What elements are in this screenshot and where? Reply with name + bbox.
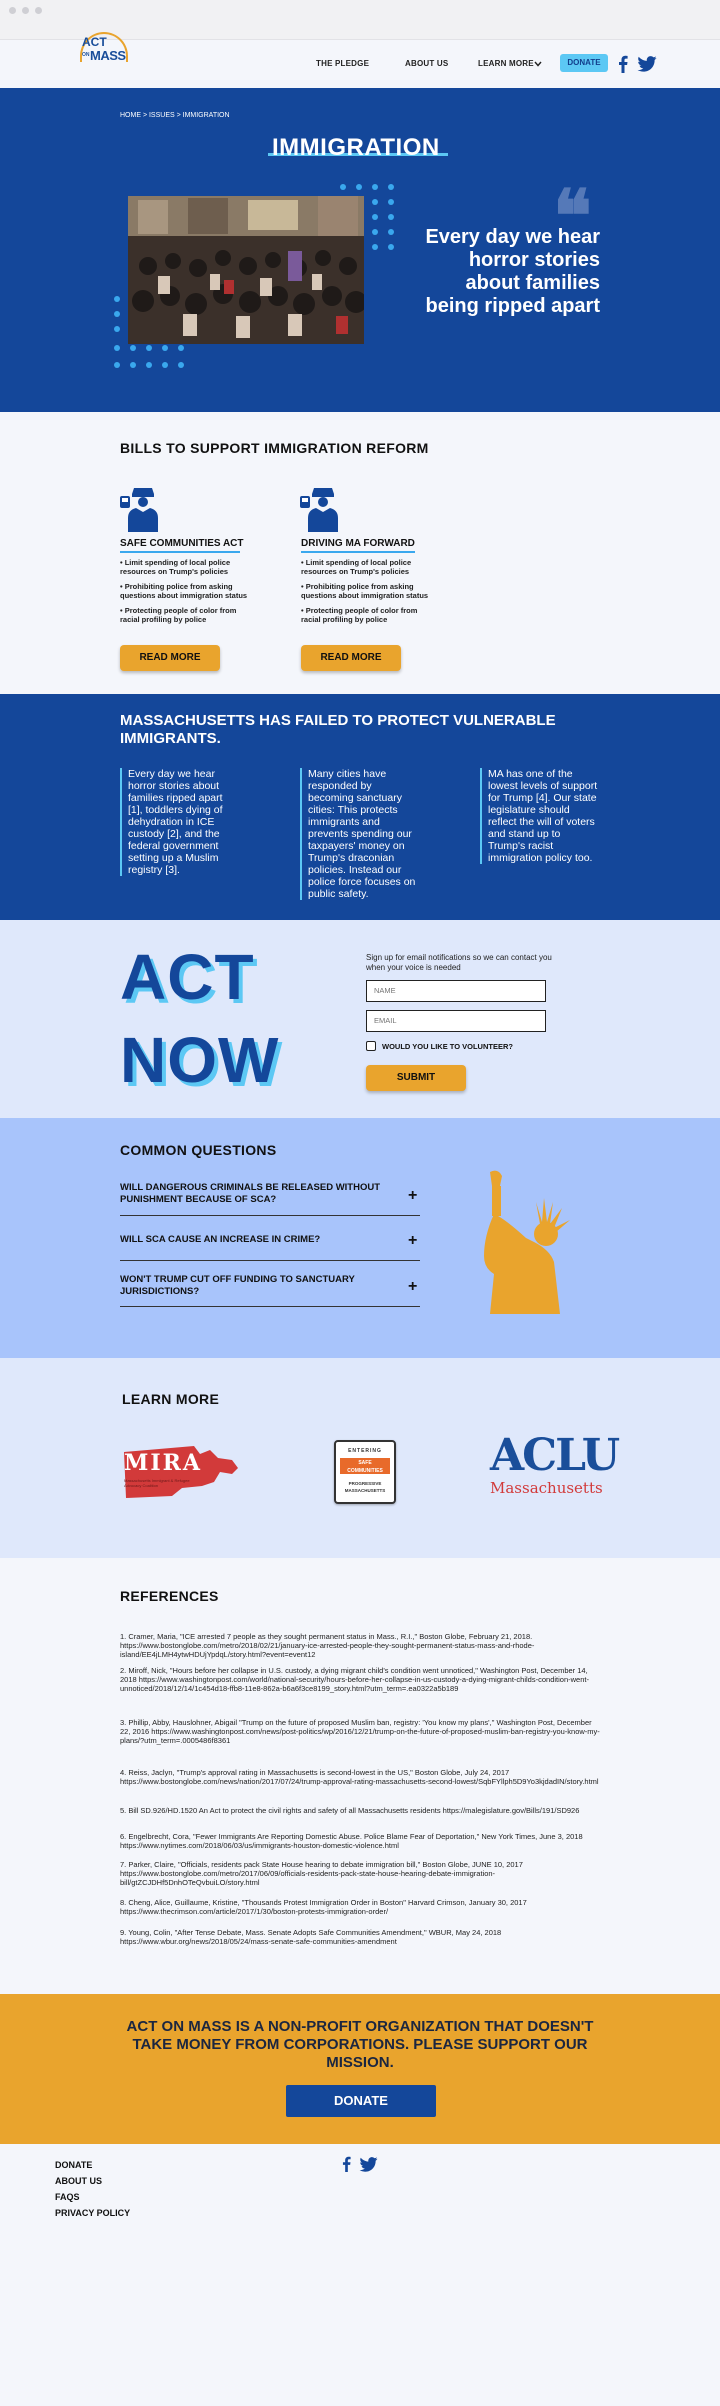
- volunteer-checkbox[interactable]: [366, 1041, 376, 1051]
- bill-title-driving-ma-forward: DRIVING MA FORWARD: [301, 538, 415, 549]
- bill-points-safe-communities: • Limit spending of local police resourc…: [120, 558, 248, 630]
- list-item: • Protecting people of color from racial…: [301, 606, 418, 624]
- bills-heading: BILLS TO SUPPORT IMMIGRATION REFORM: [120, 440, 429, 456]
- question-3[interactable]: WON'T TRUMP CUT OFF FUNDING TO SANCTUARY…: [120, 1274, 420, 1298]
- police-officer-icon: [300, 488, 338, 532]
- nav-the-pledge[interactable]: THE PLEDGE: [316, 59, 369, 68]
- read-more-button-driving-ma-forward[interactable]: READ MORE: [301, 645, 401, 671]
- police-officer-icon: [120, 488, 158, 532]
- logo-on-text: ON: [82, 52, 90, 58]
- reference-9: 9. Young, Colin, "After Tense Debate, Ma…: [120, 1928, 502, 1946]
- reference-5: 5. Bill SD.926/HD.1520 An Act to protect…: [120, 1806, 580, 1815]
- read-more-button-safe-communities[interactable]: READ MORE: [120, 645, 220, 671]
- breadcrumb: HOME > ISSUES > IMMIGRATION: [120, 112, 230, 119]
- bill-underline: [120, 551, 240, 553]
- references-heading: REFERENCES: [120, 1588, 219, 1604]
- reference-6: 6. Engelbrecht, Cora, "Fewer Immigrants …: [120, 1832, 583, 1850]
- failed-column-3: MA has one of the lowest levels of suppo…: [480, 768, 598, 864]
- footer-link-privacy-policy[interactable]: PRIVACY POLICY: [55, 2208, 130, 2218]
- expand-icon[interactable]: +: [408, 1188, 417, 1204]
- mira-subtitle: Massachusetts Immigrant & Refugee Advoca…: [124, 1478, 190, 1488]
- page-title: IMMIGRATION: [272, 134, 440, 161]
- question-2[interactable]: WILL SCA CAUSE AN INCREASE IN CRIME?: [120, 1234, 420, 1246]
- email-input[interactable]: [366, 1010, 546, 1032]
- list-item: • Prohibiting police from asking questio…: [120, 582, 248, 600]
- volunteer-label: WOULD YOU LIKE TO VOLUNTEER?: [382, 1042, 513, 1051]
- list-item: • Prohibiting police from asking questio…: [301, 582, 429, 600]
- divider: [120, 1260, 420, 1261]
- twitter-icon[interactable]: [637, 56, 657, 72]
- expand-icon[interactable]: +: [408, 1233, 417, 1249]
- cta-text: ACT ON MASS IS A NON-PROFIT ORGANIZATION…: [126, 2018, 594, 2071]
- safe-communities-logo[interactable]: ENTERING SAFE COMMUNITIES PROGRESSIVE MA…: [334, 1440, 396, 1504]
- divider: [120, 1306, 420, 1307]
- questions-heading: COMMON QUESTIONS: [120, 1142, 277, 1158]
- statue-of-liberty-icon: [484, 1170, 570, 1314]
- list-item: • Protecting people of color from racial…: [120, 606, 237, 624]
- nav-learn-more[interactable]: LEARN MORE: [478, 59, 534, 68]
- reference-8: 8. Cheng, Alice, Guillaume, Kristine, "T…: [120, 1898, 527, 1916]
- expand-icon[interactable]: +: [408, 1279, 417, 1295]
- divider: [120, 1215, 420, 1216]
- bill-points-driving-ma-forward: • Limit spending of local police resourc…: [301, 558, 429, 630]
- reference-7: 7. Parker, Claire, "Officials, residents…: [120, 1860, 523, 1887]
- donate-button[interactable]: DONATE: [560, 54, 608, 72]
- reference-4: 4. Reiss, Jaclyn, "Trump's approval rati…: [120, 1768, 599, 1786]
- window-close-dot[interactable]: [9, 7, 16, 14]
- failed-heading: MASSACHUSETTS HAS FAILED TO PROTECT VULN…: [120, 712, 556, 747]
- logo-act-text: ACT: [82, 35, 107, 49]
- failed-column-1: Every day we hear horror stories about f…: [120, 768, 238, 876]
- logo-mass-text: MASS: [90, 48, 126, 63]
- safe-bottom-text: PROGRESSIVE MASSACHUSETTS: [344, 1481, 386, 1493]
- learn-more-heading: LEARN MORE: [122, 1391, 220, 1407]
- list-item: • Limit spending of local police resourc…: [301, 558, 412, 576]
- signup-text: Sign up for email notifications so we ca…: [366, 953, 552, 972]
- act-heading: ACT: [120, 941, 255, 1013]
- donate-mission-button[interactable]: DONATE: [286, 2085, 436, 2117]
- bill-underline: [301, 551, 415, 553]
- act-now-section: [0, 920, 720, 1118]
- reference-2: 2. Miroff, Nick, "Hours before her colla…: [120, 1666, 589, 1693]
- footer-link-about-us[interactable]: ABOUT US: [55, 2176, 102, 2186]
- now-heading: NOW: [120, 1024, 280, 1096]
- facebook-icon[interactable]: [618, 55, 628, 73]
- failed-column-2: Many cities have responded by becoming s…: [300, 768, 418, 900]
- safe-top-text: ENTERING: [348, 1448, 382, 1454]
- window-minimize-dot[interactable]: [22, 7, 29, 14]
- aclu-state: Massachusetts: [490, 1479, 603, 1497]
- footer-link-donate[interactable]: DONATE: [55, 2160, 92, 2170]
- twitter-icon[interactable]: [359, 2157, 378, 2172]
- facebook-icon[interactable]: [342, 2156, 351, 2172]
- chevron-down-icon[interactable]: [534, 61, 542, 67]
- bill-title-safe-communities: SAFE COMMUNITIES ACT: [120, 538, 244, 549]
- nav-about-us[interactable]: ABOUT US: [405, 59, 448, 68]
- list-item: • Limit spending of local police resourc…: [120, 558, 231, 576]
- hearing-photo: [128, 196, 364, 344]
- reference-1: 1. Cramer, Maria, "ICE arrested 7 people…: [120, 1632, 535, 1659]
- hero-quote: Every day we hear horror stories about f…: [425, 226, 600, 317]
- aclu-name: ACLU: [490, 1430, 620, 1481]
- footer-link-faqs[interactable]: FAQS: [55, 2192, 80, 2202]
- name-input[interactable]: [366, 980, 546, 1002]
- question-1[interactable]: WILL DANGEROUS CRIMINALS BE RELEASED WIT…: [120, 1182, 420, 1206]
- mira-name: MIRA: [124, 1450, 202, 1476]
- window-maximize-dot[interactable]: [35, 7, 42, 14]
- safe-middle-text: SAFE COMMUNITIES: [340, 1458, 390, 1474]
- submit-button[interactable]: SUBMIT: [366, 1065, 466, 1091]
- reference-3: 3. Phillip, Abby, Hauslohner, Abigail "T…: [120, 1718, 600, 1745]
